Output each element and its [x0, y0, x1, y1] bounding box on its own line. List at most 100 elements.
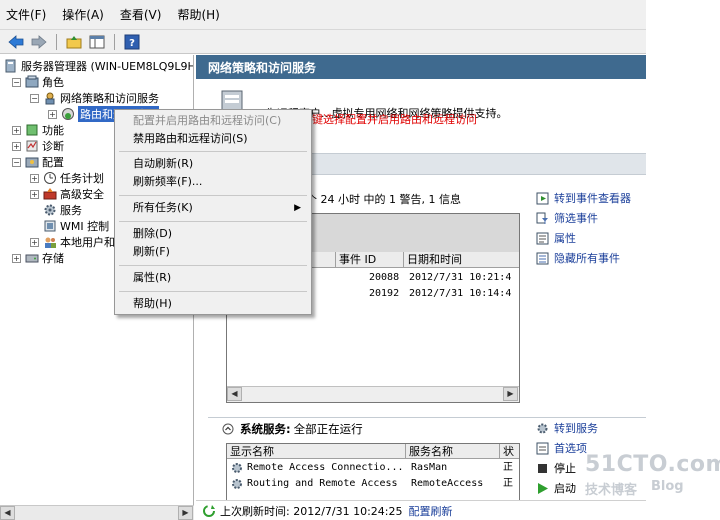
expand-toggle[interactable]: +: [30, 189, 39, 199]
folder-up-icon: [66, 35, 82, 48]
expand-toggle[interactable]: +: [12, 253, 21, 263]
action-label: 隐藏所有事件: [554, 252, 620, 265]
tree-node-label: 配置: [42, 156, 64, 169]
hide-all-events-link[interactable]: 隐藏所有事件: [536, 249, 620, 267]
collapse-section-icon[interactable]: [222, 423, 234, 435]
menu-item-refresh-frequency[interactable]: 刷新频率(F)...: [133, 174, 202, 190]
preferences-link[interactable]: 首选项: [536, 439, 587, 457]
expand-toggle[interactable]: +: [12, 125, 21, 135]
column-status[interactable]: 状: [499, 444, 519, 459]
tree-node-wmi-control[interactable]: WMI 控制: [43, 218, 109, 234]
back-arrow-icon: [8, 34, 24, 49]
expand-toggle[interactable]: +: [48, 109, 57, 119]
menu-action[interactable]: 操作(A): [62, 6, 104, 23]
event-datetime-cell: 2012/7/31 10:14:4: [409, 288, 512, 299]
back-button[interactable]: [6, 33, 26, 51]
column-event-id[interactable]: 事件 ID: [335, 252, 403, 268]
event-id-cell: 20192: [369, 288, 400, 299]
tree-node-diagnostics[interactable]: + 诊断: [12, 138, 64, 154]
tree-node-configuration[interactable]: − 配置: [12, 154, 64, 170]
context-menu: 配置并启用路由和远程访问(C) 禁用路由和远程访问(S) 自动刷新(R) 刷新频…: [114, 109, 312, 315]
tree-node-services[interactable]: 服务: [43, 202, 82, 218]
expand-toggle[interactable]: +: [12, 141, 21, 151]
menu-item-refresh[interactable]: 刷新(F): [133, 244, 170, 260]
event-id-cell: 20088: [369, 272, 400, 283]
menu-item-auto-refresh[interactable]: 自动刷新(R): [133, 156, 193, 172]
services-list-header: 显示名称 服务名称 状: [227, 444, 519, 459]
svg-text:?: ?: [129, 38, 135, 49]
menu-item-properties[interactable]: 属性(R): [133, 270, 171, 286]
tree-node-label: 本地用户和: [60, 236, 115, 249]
status-bar: 上次刷新时间: 2012/7/31 10:24:25 配置刷新: [196, 500, 646, 520]
tree-node-npas[interactable]: − 网络策略和访问服务: [30, 90, 159, 106]
services-status: 全部正在运行: [293, 422, 363, 436]
table-row[interactable]: Remote Access Connectio... RasMan 正: [227, 460, 519, 476]
scroll-right-icon[interactable]: ▶: [178, 506, 193, 520]
clock-icon: [44, 172, 56, 184]
menu-file[interactable]: 文件(F): [6, 6, 46, 23]
service-status-cell: 正: [503, 478, 513, 489]
events-horizontal-scrollbar[interactable]: ◀ ▶: [227, 386, 519, 402]
menu-item-delete[interactable]: 删除(D): [133, 226, 172, 242]
toolbar-separator: [56, 33, 57, 50]
help-button[interactable]: ?: [122, 33, 142, 51]
stop-icon: [538, 463, 547, 473]
tree-node-storage[interactable]: + 存储: [12, 250, 64, 266]
collapse-toggle[interactable]: −: [12, 157, 21, 167]
storage-icon: [25, 254, 39, 263]
tree-horizontal-scrollbar[interactable]: ◀ ▶: [0, 505, 194, 520]
start-service-link[interactable]: 启动: [536, 479, 576, 497]
column-datetime[interactable]: 日期和时间: [403, 252, 519, 268]
tree-node-label: 诊断: [42, 140, 64, 153]
collapse-toggle[interactable]: −: [12, 77, 21, 87]
services-list: 显示名称 服务名称 状 Remote Access Connectio... R…: [226, 443, 520, 505]
diagnostics-icon: [26, 140, 38, 152]
configure-refresh-link[interactable]: 配置刷新: [409, 503, 453, 519]
scroll-left-icon[interactable]: ◀: [227, 387, 242, 401]
services-section-title: 系统服务: 全部正在运行: [222, 421, 363, 437]
tree-node-advanced-security[interactable]: + 高级安全: [30, 186, 104, 202]
scroll-left-icon[interactable]: ◀: [0, 506, 15, 520]
help-icon: ?: [124, 34, 140, 49]
menu-item-configure-enable[interactable]: 配置并启用路由和远程访问(C): [133, 113, 281, 129]
tree-node-local-users[interactable]: + 本地用户和: [30, 234, 115, 250]
column-service-name[interactable]: 服务名称: [405, 444, 499, 459]
tree-node-task-scheduler[interactable]: + 任务计划: [30, 170, 104, 186]
properties-link[interactable]: 属性: [536, 229, 576, 247]
menu-item-all-tasks[interactable]: 所有任务(K) ▶: [133, 200, 309, 216]
up-folder-button[interactable]: [64, 33, 84, 51]
go-to-services-link[interactable]: 转到服务: [536, 419, 598, 437]
action-label: 启动: [554, 482, 576, 495]
menu-view[interactable]: 查看(V): [120, 6, 162, 23]
forward-button[interactable]: [29, 33, 49, 51]
menu-item-help[interactable]: 帮助(H): [133, 296, 172, 312]
show-hide-tree-button[interactable]: [87, 33, 107, 51]
action-label: 停止: [554, 462, 576, 475]
properties-icon: [536, 232, 549, 244]
menu-help[interactable]: 帮助(H): [177, 6, 219, 23]
filter-events-link[interactable]: 筛选事件: [536, 209, 598, 227]
expand-toggle[interactable]: +: [30, 173, 39, 183]
action-label: 转到服务: [554, 422, 598, 435]
menu-item-disable-rras[interactable]: 禁用路由和远程访问(S): [133, 131, 248, 147]
expand-toggle[interactable]: +: [30, 237, 39, 247]
menu-separator: [119, 291, 307, 292]
collapse-toggle[interactable]: −: [30, 93, 39, 103]
column-display-name[interactable]: 显示名称: [227, 444, 405, 459]
go-to-event-viewer-link[interactable]: 转到事件查看器: [536, 189, 631, 207]
table-row[interactable]: Routing and Remote Access RemoteAccess 正: [227, 476, 519, 492]
stop-service-link[interactable]: 停止: [536, 459, 576, 477]
menu-separator: [119, 195, 307, 196]
menu-bar: 文件(F) 操作(A) 查看(V) 帮助(H): [0, 0, 646, 30]
tree-node-features[interactable]: + 功能: [12, 122, 64, 138]
tree-node-roles[interactable]: − 角色: [12, 74, 64, 90]
events-summary: 个 24 小时 中的 1 警告, 1 信息: [306, 193, 461, 206]
event-viewer-icon: [536, 192, 549, 204]
toolbar-separator: [114, 33, 115, 50]
scroll-right-icon[interactable]: ▶: [503, 387, 518, 401]
tree-node-server-manager[interactable]: 服务器管理器 (WIN-UEM8LQ9L9H: [4, 58, 193, 74]
tree-node-label: WMI 控制: [60, 220, 110, 233]
watermark-subtitle: 技术博客 Blog: [585, 479, 720, 498]
action-label: 筛选事件: [554, 212, 598, 225]
tree-node-label: 功能: [42, 124, 64, 137]
